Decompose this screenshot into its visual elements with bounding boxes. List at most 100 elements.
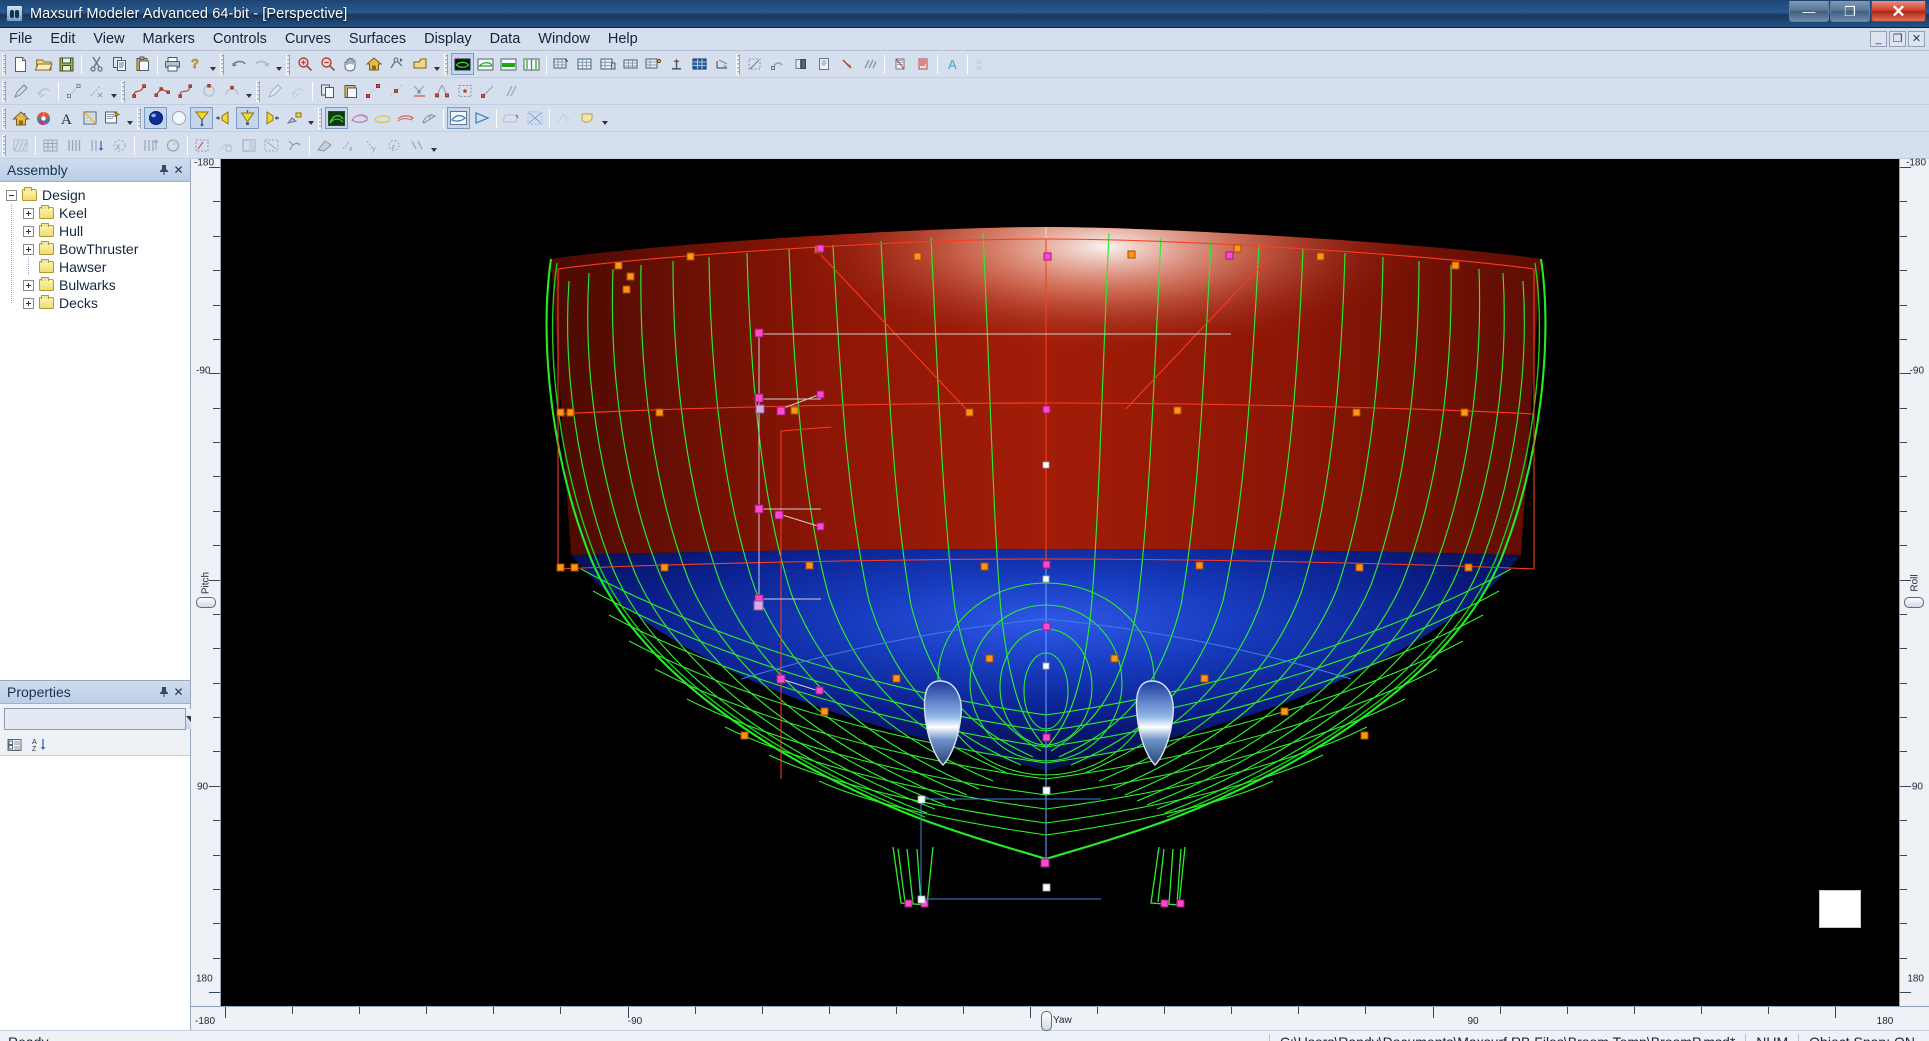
sphere-light-icon[interactable] [144, 107, 167, 129]
point-x-icon[interactable]: x [336, 134, 359, 156]
grid-icon[interactable] [39, 134, 62, 156]
hatch-icon[interactable] [858, 53, 881, 75]
undo-icon[interactable] [227, 53, 250, 75]
light-settings-icon[interactable] [282, 107, 305, 129]
offsets-table-icon[interactable] [550, 53, 573, 75]
flatten-icon[interactable] [283, 134, 306, 156]
directional-light-left-icon[interactable] [213, 107, 236, 129]
view-toolbar-overflow-icon[interactable] [431, 53, 442, 75]
curve-bezier-icon[interactable] [174, 80, 197, 102]
arc-icon[interactable] [220, 80, 243, 102]
toolbar-grip[interactable] [220, 53, 224, 75]
pitch-axis-ruler[interactable]: -180 -90 90 180 Pitch [191, 158, 221, 1006]
bind-points-icon[interactable] [362, 80, 385, 102]
shading-patch-icon[interactable] [576, 107, 599, 129]
open-file-icon[interactable] [32, 53, 55, 75]
delete-point-icon[interactable] [85, 80, 108, 102]
texture-icon[interactable] [78, 107, 101, 129]
mdi-restore-button[interactable]: ❐ [1889, 31, 1906, 47]
home-render-icon[interactable] [9, 107, 32, 129]
measure-icon[interactable] [711, 53, 734, 75]
mdi-minimize-button[interactable]: _ [1870, 31, 1887, 47]
render-toolbar-overflow-icon[interactable] [124, 107, 135, 129]
menu-item-display[interactable]: Display [415, 29, 481, 49]
menu-item-curves[interactable]: Curves [276, 29, 340, 49]
menu-item-surfaces[interactable]: Surfaces [340, 29, 415, 49]
redo-icon[interactable] [250, 53, 273, 75]
tree-node-design[interactable]: Design [6, 186, 190, 204]
toolbar-grip[interactable] [2, 53, 6, 75]
minimize-button[interactable]: — [1789, 1, 1829, 22]
measure-pen-icon[interactable] [263, 80, 286, 102]
control-points-table-icon[interactable] [573, 53, 596, 75]
circle-icon[interactable] [197, 80, 220, 102]
plan-view-icon[interactable] [497, 53, 520, 75]
mdi-close-button[interactable]: ✕ [1908, 31, 1925, 47]
undo-toolbar-overflow-icon[interactable] [273, 53, 284, 75]
pie-section-icon[interactable] [161, 134, 184, 156]
tree-node-decks[interactable]: Decks [23, 294, 190, 312]
select-net-icon[interactable] [191, 134, 214, 156]
surface-patch-icon[interactable] [313, 134, 336, 156]
page-setup-icon[interactable] [812, 53, 835, 75]
menu-item-edit[interactable]: Edit [41, 29, 84, 49]
frame-table-icon[interactable] [642, 53, 665, 75]
expand-icon[interactable] [23, 225, 34, 237]
toolbar-grip[interactable] [286, 53, 290, 75]
copy-icon[interactable] [108, 53, 131, 75]
ambient-light-icon[interactable] [167, 107, 190, 129]
add-point-icon[interactable] [62, 80, 85, 102]
waterlines-icon[interactable] [371, 107, 394, 129]
material-icon[interactable] [101, 107, 124, 129]
properties-selector-input[interactable] [5, 709, 185, 729]
roll-slider-thumb[interactable] [1904, 597, 1924, 608]
tree-node-hull[interactable]: Hull [23, 222, 190, 240]
mirror-points-icon[interactable] [500, 80, 523, 102]
cut-icon[interactable] [85, 53, 108, 75]
net-frame-icon[interactable] [237, 134, 260, 156]
grid-table-icon[interactable] [688, 53, 711, 75]
menu-item-file[interactable]: File [0, 29, 41, 49]
pen-tool-icon[interactable] [9, 80, 32, 102]
tree-node-hawser[interactable]: Hawser [23, 258, 190, 276]
toolbar-grip[interactable] [736, 53, 740, 75]
station-spacing-icon[interactable]: x [108, 134, 131, 156]
dimensions-icon[interactable]: xx xx [971, 53, 994, 75]
split-points-icon[interactable] [431, 80, 454, 102]
maximize-button[interactable]: ❐ [1830, 1, 1870, 22]
perspective-view-icon[interactable] [451, 53, 474, 75]
rotate-view-icon[interactable] [385, 53, 408, 75]
yaw-axis-ruler[interactable]: -180 -90 90 180 Yaw [191, 1006, 1929, 1031]
light-toolbar-overflow-icon[interactable] [305, 107, 316, 129]
home-view-icon[interactable] [362, 53, 385, 75]
new-file-icon[interactable] [9, 53, 32, 75]
collapse-points-icon[interactable] [408, 80, 431, 102]
menu-item-view[interactable]: View [84, 29, 133, 49]
curve-spline-icon[interactable] [128, 80, 151, 102]
contours-icon[interactable] [348, 107, 371, 129]
expand-icon[interactable] [23, 297, 34, 309]
point-group-icon[interactable] [405, 134, 428, 156]
menu-item-controls[interactable]: Controls [204, 29, 276, 49]
hatch-fill-icon[interactable] [9, 134, 32, 156]
edit-toolbar-overflow-icon[interactable] [108, 80, 119, 102]
toolbar-grip[interactable] [121, 80, 125, 102]
trim-surface-icon[interactable] [743, 53, 766, 75]
font-icon[interactable]: A [55, 107, 78, 129]
spot-light-icon[interactable] [190, 107, 213, 129]
print-icon[interactable] [161, 53, 184, 75]
buttocks-icon[interactable] [394, 107, 417, 129]
profile-view-icon[interactable] [474, 53, 497, 75]
properties-pin-icon[interactable] [156, 685, 171, 700]
perspective-3d-viewport[interactable] [221, 159, 1899, 1006]
color-wheel-icon[interactable] [32, 107, 55, 129]
categorized-view-icon[interactable] [3, 734, 26, 756]
clear-markers-icon[interactable] [286, 80, 309, 102]
mark-icon[interactable] [835, 53, 858, 75]
curve-toolbar-overflow-icon[interactable] [243, 80, 254, 102]
stations-icon[interactable] [665, 53, 688, 75]
menu-item-data[interactable]: Data [481, 29, 530, 49]
stations-grid-icon[interactable] [62, 134, 85, 156]
expand-icon[interactable] [23, 207, 34, 219]
assembly-tree[interactable]: Design Keel Hull BowThruster Hawser Bulw… [0, 182, 190, 680]
